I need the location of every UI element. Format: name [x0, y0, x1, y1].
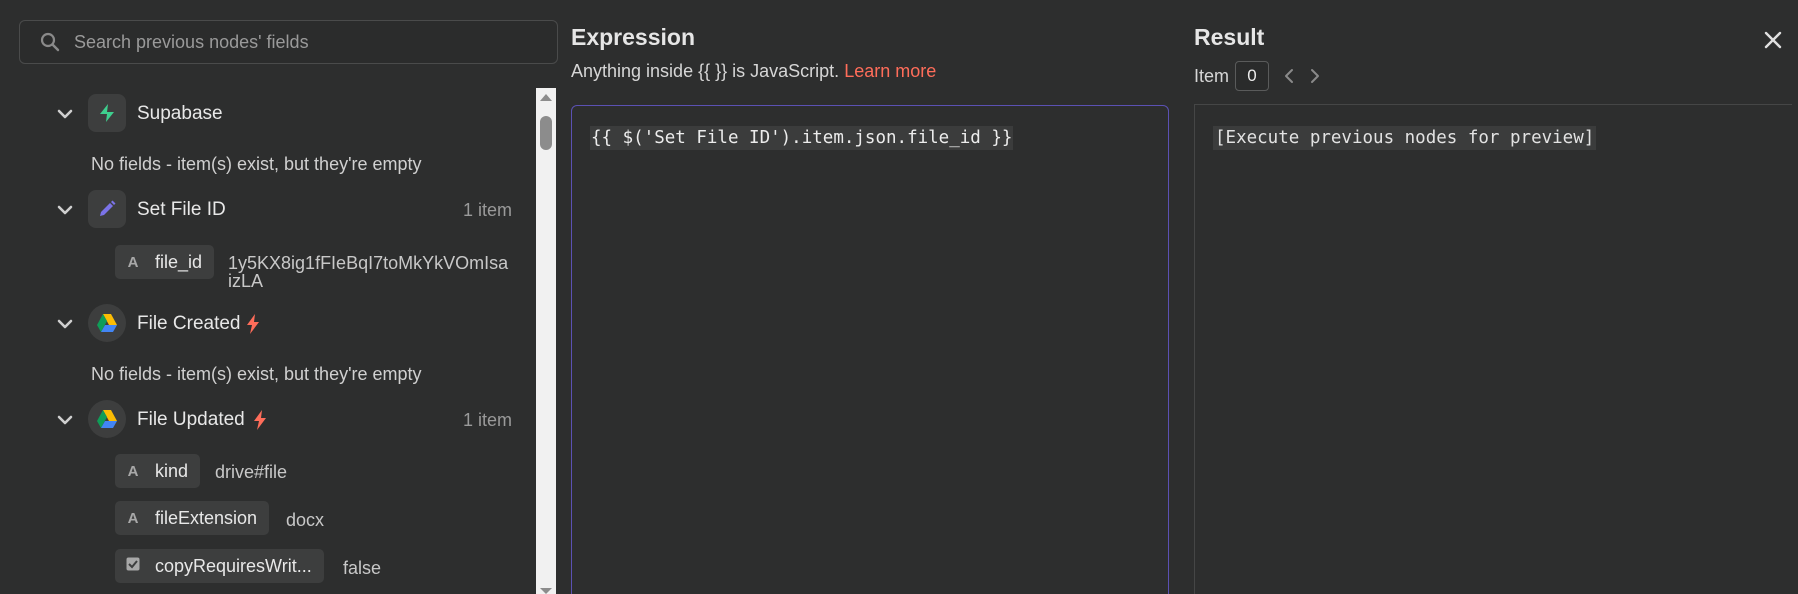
- field-name: file_id: [155, 251, 203, 272]
- chevron-down-icon[interactable]: [56, 411, 74, 429]
- field-value: 1y5KX8ig1fFIeBqI7toMkYkVOmIsa izLA: [228, 254, 508, 290]
- chevron-left-icon[interactable]: [1283, 68, 1295, 84]
- empty-fields-message: No fields - item(s) exist, but they're e…: [91, 154, 422, 174]
- field-pill[interactable]: A file_id: [115, 245, 215, 279]
- node-tree: Supabase No fields - item(s) exist, but …: [0, 88, 536, 594]
- item-count: 1 item: [462, 410, 512, 430]
- field-value-line: 1y5KX8ig1fFIeBqI7toMkYkVOmIsa: [228, 253, 509, 273]
- boolean-type-icon: [125, 557, 141, 575]
- trigger-bolt-icon: [254, 410, 266, 430]
- field-row[interactable]: A file_id: [115, 245, 215, 279]
- empty-fields-message: No fields - item(s) exist, but they're e…: [91, 364, 422, 384]
- scrollbar-thumb[interactable]: [540, 116, 552, 150]
- field-pill[interactable]: copyRequiresWrit...: [115, 549, 324, 583]
- scrollbar[interactable]: [536, 88, 556, 594]
- search-input[interactable]: [74, 31, 514, 53]
- expression-panel: Expression Anything inside {{ }} is Java…: [571, 0, 1171, 594]
- field-value: docx: [286, 510, 325, 530]
- scroll-down-arrow-icon[interactable]: [540, 588, 552, 594]
- field-pill[interactable]: A kind: [115, 454, 201, 488]
- chevron-down-icon[interactable]: [56, 201, 74, 219]
- supabase-icon: [88, 94, 126, 132]
- field-value-line: izLA: [228, 271, 264, 291]
- expression-hint: Anything inside {{ }} is JavaScript. Lea…: [571, 61, 936, 82]
- node-title: File Created: [137, 313, 241, 334]
- node-title: Set File ID: [137, 199, 226, 220]
- close-icon[interactable]: [1763, 30, 1783, 50]
- learn-more-link[interactable]: Learn more: [844, 61, 936, 81]
- field-name: kind: [155, 460, 189, 481]
- string-type-icon: A: [127, 253, 139, 271]
- node-row-file-created[interactable]: File Created: [0, 304, 536, 344]
- scroll-up-arrow-icon[interactable]: [540, 94, 552, 101]
- node-title: File Updated: [137, 409, 245, 430]
- search-icon: [40, 32, 60, 52]
- field-row[interactable]: A kind: [115, 454, 201, 488]
- result-output: [Execute previous nodes for preview]: [1213, 126, 1597, 150]
- expression-title: Expression: [571, 24, 695, 50]
- chevron-down-icon[interactable]: [56, 105, 74, 123]
- result-title: Result: [1194, 24, 1265, 50]
- string-type-icon: A: [127, 509, 139, 527]
- google-drive-icon: [88, 304, 126, 342]
- expression-hint-text: Anything inside {{ }} is JavaScript.: [571, 61, 840, 81]
- field-pill[interactable]: A fileExtension: [115, 501, 270, 535]
- input-panel: Supabase No fields - item(s) exist, but …: [0, 0, 560, 594]
- string-type-icon: A: [127, 462, 139, 480]
- trigger-bolt-icon: [247, 314, 259, 334]
- field-name: fileExtension: [155, 507, 258, 528]
- item-count: 1 item: [462, 200, 512, 220]
- item-selector: Item 0: [1194, 61, 1321, 91]
- item-label: Item: [1194, 65, 1230, 86]
- result-output-pane: [Execute previous nodes for preview]: [1194, 104, 1792, 594]
- expression-code[interactable]: {{ $('Set File ID').item.json.file_id }}: [590, 126, 1014, 150]
- item-index-input[interactable]: 0: [1235, 61, 1270, 91]
- field-value: false: [343, 558, 382, 578]
- node-row-file-updated[interactable]: File Updated 1 item: [0, 400, 536, 440]
- node-row-supabase[interactable]: Supabase: [0, 94, 536, 134]
- google-drive-icon: [88, 400, 126, 438]
- field-row[interactable]: copyRequiresWrit...: [115, 549, 324, 583]
- chevron-right-icon[interactable]: [1309, 68, 1321, 84]
- node-title: Supabase: [137, 103, 223, 124]
- result-panel: Result Item 0 [Execute previous nodes fo…: [1194, 0, 1794, 594]
- pencil-icon: [88, 190, 126, 228]
- node-row-set-file-id[interactable]: Set File ID 1 item: [0, 190, 536, 230]
- field-value: drive#file: [215, 462, 288, 482]
- chevron-down-icon[interactable]: [56, 315, 74, 333]
- field-row[interactable]: A fileExtension: [115, 501, 270, 535]
- expression-editor[interactable]: {{ $('Set File ID').item.json.file_id }}: [571, 105, 1169, 594]
- field-name: copyRequiresWrit...: [155, 555, 312, 576]
- search-box[interactable]: [19, 20, 558, 64]
